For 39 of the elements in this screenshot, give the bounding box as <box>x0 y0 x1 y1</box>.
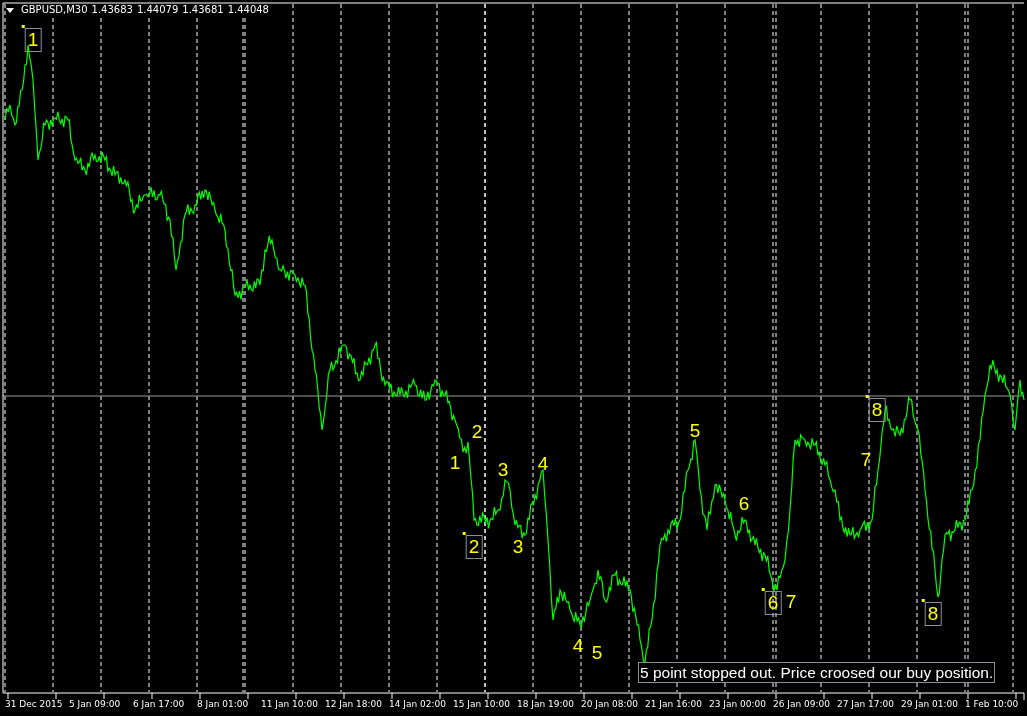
price-value: 1.44079 <box>136 4 179 16</box>
wave-label: 2 <box>465 535 483 559</box>
wave-label: 7 <box>784 591 798 613</box>
time-axis-label: 6 Jan 17:00 <box>133 698 185 711</box>
time-axis-label: 29 Jan 01:00 <box>901 698 958 711</box>
time-axis-label: 21 Jan 16:00 <box>645 698 702 711</box>
time-axis-label: 15 Jan 10:00 <box>453 698 510 711</box>
wave-label: 5 <box>590 642 604 664</box>
time-axis-label: 18 Jan 19:00 <box>517 698 574 711</box>
wave-label: 6 <box>764 591 782 615</box>
time-axis-label: 12 Jan 18:00 <box>325 698 382 711</box>
time-axis-label: 23 Jan 00:00 <box>709 698 766 711</box>
wave-label: 7 <box>859 449 873 471</box>
wave-label: 3 <box>511 536 525 558</box>
price-value: 1.43683 <box>91 4 133 16</box>
time-axis-label: 31 Dec 2015 <box>5 698 63 711</box>
time-axis-label: 5 Jan 09:00 <box>69 698 121 711</box>
chart-note: 5 point stopped out. Price croosed our buy position. <box>638 662 996 683</box>
wave-label: 4 <box>571 635 585 657</box>
time-axis-label: 1 Feb 10:00 <box>965 698 1019 711</box>
wave-label: 6 <box>737 493 751 515</box>
wave-label: 3 <box>496 459 510 481</box>
time-axis-label: 8 Jan 01:00 <box>197 698 249 711</box>
wave-label: 1 <box>448 452 462 474</box>
time-axis-label: 14 Jan 02:00 <box>389 698 446 711</box>
time-axis-label: 11 Jan 10:00 <box>261 698 318 711</box>
time-axis-label: 20 Jan 08:00 <box>581 698 638 711</box>
symbol-label: GBPUSD,M30 <box>21 4 88 16</box>
wave-label: 5 <box>688 420 702 442</box>
wave-label: 2 <box>470 421 484 443</box>
price-value: 1.44048 <box>227 4 269 16</box>
time-axis-label: 26 Jan 09:00 <box>773 698 830 711</box>
price-value: 1.43681 <box>182 4 224 16</box>
time-axis-label: 27 Jan 17:00 <box>837 698 894 711</box>
wave-label: 4 <box>536 453 550 475</box>
wave-label: 1 <box>24 28 42 52</box>
wave-label: 8 <box>868 398 886 422</box>
wave-label: 8 <box>924 602 942 626</box>
dropdown-triangle-icon[interactable] <box>6 7 14 13</box>
